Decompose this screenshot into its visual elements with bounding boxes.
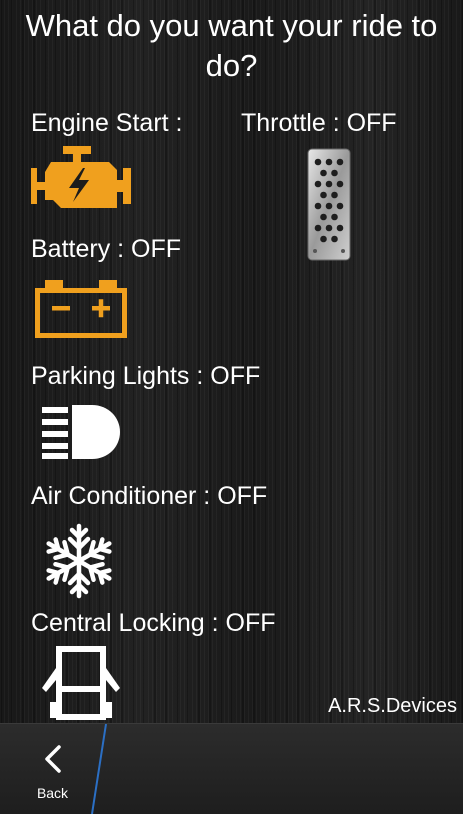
battery-label: Battery : OFF — [31, 235, 182, 263]
page-title: What do you want your ride to do? — [25, 8, 438, 83]
air-conditioner-label: Air Conditioner : OFF — [31, 482, 268, 510]
brand-label: A.R.S.Devices — [328, 695, 457, 717]
bar-divider — [91, 724, 107, 814]
car-door-icon[interactable] — [42, 646, 120, 725]
engine-start-label: Engine Start : — [31, 109, 183, 137]
central-locking-label: Central Locking : OFF — [31, 609, 276, 637]
throttle-label: Throttle : OFF — [241, 109, 397, 137]
headlight-icon[interactable] — [42, 405, 120, 464]
snowflake-icon[interactable] — [40, 522, 118, 605]
pedal-icon[interactable] — [307, 148, 351, 266]
bottom-action-bar: Back — [0, 723, 463, 814]
battery-icon[interactable] — [35, 280, 127, 343]
parking-lights-label: Parking Lights : OFF — [31, 362, 261, 390]
engine-icon[interactable] — [31, 146, 131, 221]
